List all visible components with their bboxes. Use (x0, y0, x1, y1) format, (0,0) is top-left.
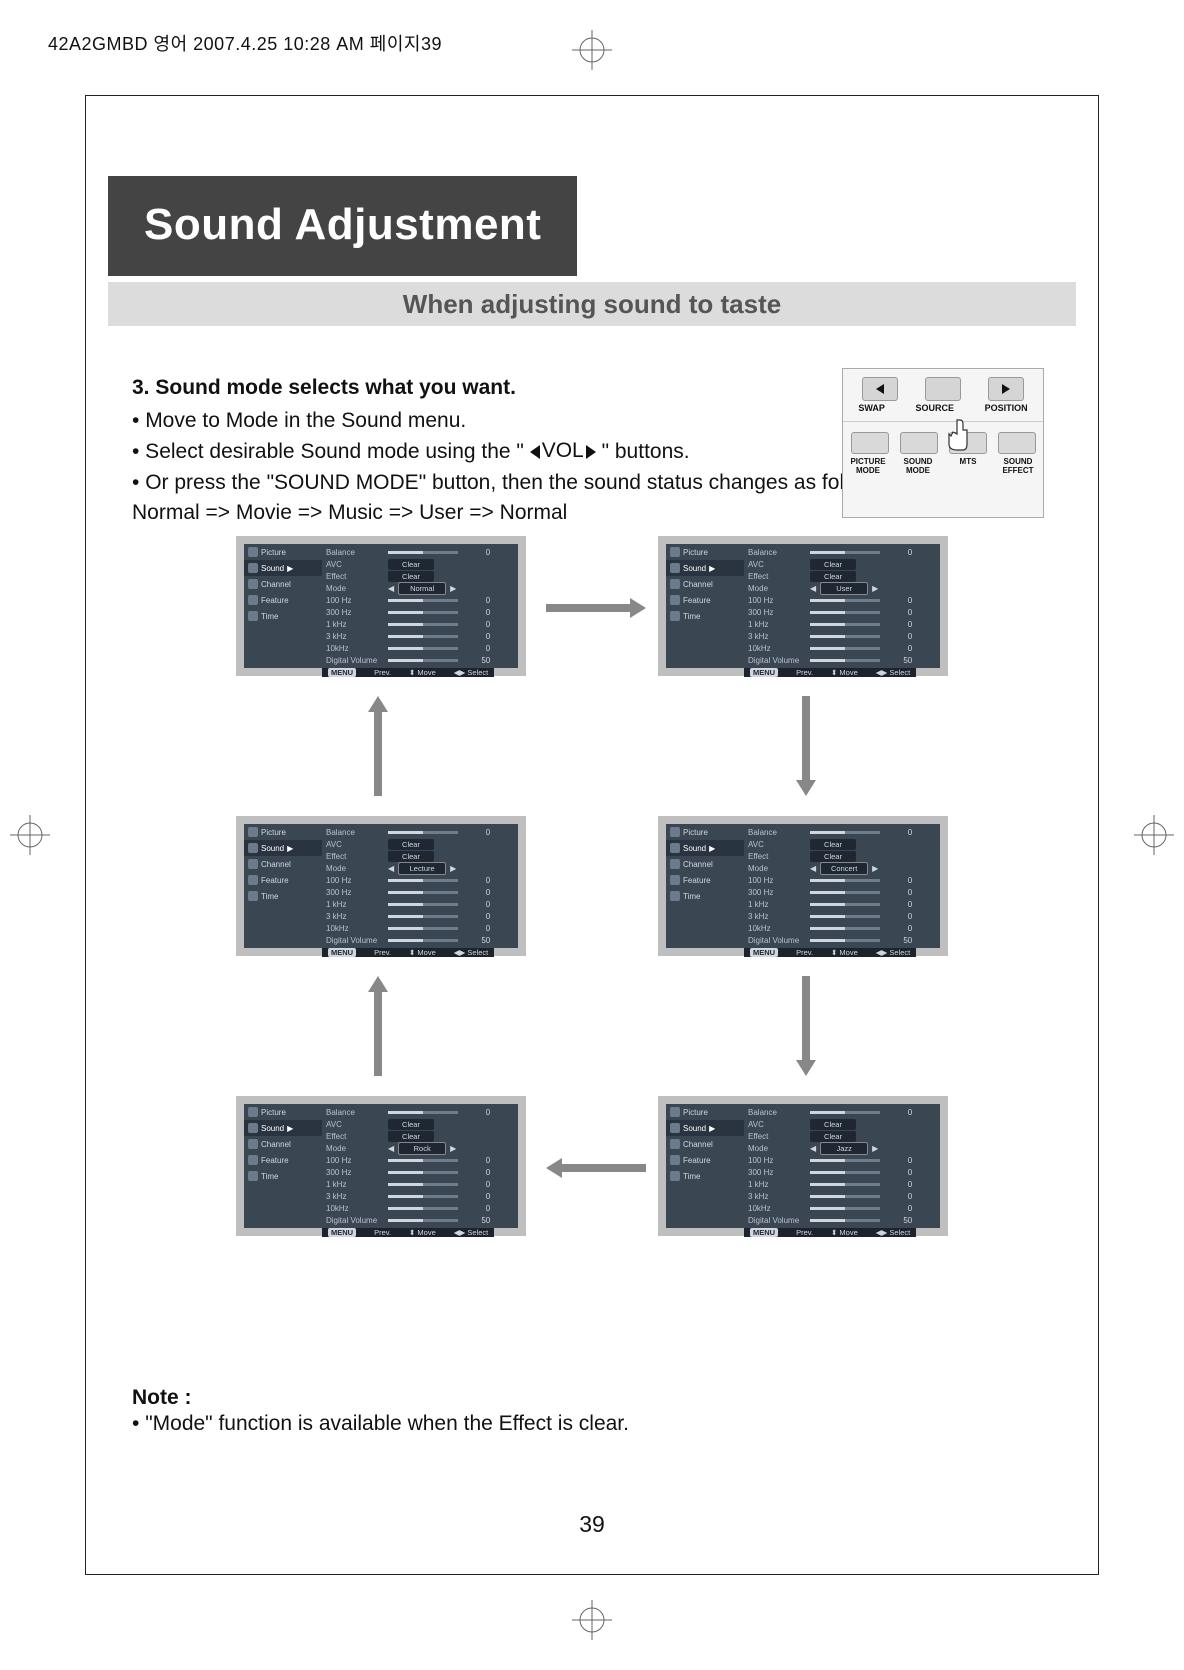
step-number: 3. (132, 376, 150, 399)
osd-concert: PictureSound ▶ChannelFeatureTime Balance… (658, 816, 948, 956)
osd-tab-feature: Feature (244, 1152, 322, 1168)
section-heading-bar: When adjusting sound to taste (108, 282, 1076, 326)
osd-tab-time: Time (666, 608, 744, 624)
osd-tab-sound: Sound ▶ (244, 840, 322, 856)
section-heading: When adjusting sound to taste (403, 289, 781, 320)
arrow-left-1 (546, 1156, 646, 1180)
bullet-3-text: Or press the "SOUND MODE" button, then t… (145, 471, 905, 494)
osd-tab-feature: Feature (244, 872, 322, 888)
remote-position-label: POSITION (985, 403, 1028, 413)
remote-sound-mode-button (900, 432, 938, 454)
osd-tab-feature: Feature (666, 872, 744, 888)
osd-tab-picture: Picture (666, 1104, 744, 1120)
remote-sound-mode-label: SOUND MODE (898, 458, 938, 476)
arrow-right-1 (546, 596, 646, 620)
osd-tab-sound: Sound ▶ (244, 1120, 322, 1136)
osd-tab-time: Time (244, 1168, 322, 1184)
osd-tab-picture: Picture (244, 824, 322, 840)
osd-tab-feature: Feature (244, 592, 322, 608)
remote-control-illustration: SWAP SOURCE POSITION PICTURE MODE SOUND … (842, 368, 1044, 518)
remote-left-arrow-button (862, 377, 898, 401)
bullet-1-text: Move to Mode in the Sound menu. (145, 409, 466, 432)
osd-tab-sound: Sound ▶ (666, 560, 744, 576)
osd-normal: PictureSound ▶ChannelFeatureTime Balance… (236, 536, 526, 676)
osd-tab-channel: Channel (244, 1136, 322, 1152)
osd-tab-channel: Channel (244, 576, 322, 592)
osd-tab-sound: Sound ▶ (244, 560, 322, 576)
remote-mts-button (949, 432, 987, 454)
osd-tab-sound: Sound ▶ (666, 840, 744, 856)
arrow-down-1 (794, 696, 818, 796)
osd-tab-picture: Picture (244, 1104, 322, 1120)
crop-mark-top (572, 30, 612, 70)
osd-tab-time: Time (666, 1168, 744, 1184)
arrow-down-2 (794, 976, 818, 1076)
remote-source-button (925, 377, 961, 401)
arrow-up-2 (366, 696, 390, 796)
osd-jazz: PictureSound ▶ChannelFeatureTime Balance… (658, 1096, 948, 1236)
note-text: • "Mode" function is available when the … (132, 1412, 629, 1436)
osd-tab-picture: Picture (244, 544, 322, 560)
remote-source-label: SOURCE (915, 403, 954, 413)
osd-tab-feature: Feature (666, 592, 744, 608)
vol-buttons-inline: VOL (530, 436, 596, 466)
note-title: Note : (132, 1386, 629, 1410)
remote-sound-effect-label: SOUND EFFECT (998, 458, 1038, 476)
remote-sound-effect-button (998, 432, 1036, 454)
osd-user: PictureSound ▶ChannelFeatureTime Balance… (658, 536, 948, 676)
page-number: 39 (579, 1511, 605, 1538)
crop-mark-bottom (572, 1600, 612, 1640)
crop-mark-right (1134, 815, 1174, 855)
osd-tab-sound: Sound ▶ (666, 1120, 744, 1136)
remote-picture-mode-button (851, 432, 889, 454)
remote-right-arrow-button (988, 377, 1024, 401)
step-title-text: Sound mode selects what you want. (155, 376, 516, 399)
osd-tab-feature: Feature (666, 1152, 744, 1168)
osd-diagram: PictureSound ▶ChannelFeatureTime Balance… (236, 536, 948, 1256)
osd-tab-picture: Picture (666, 824, 744, 840)
print-header: 42A2GMBD 영어 2007.4.25 10:28 AM 페이지39 (48, 30, 442, 56)
crop-mark-left (10, 815, 50, 855)
remote-mts-label: MTS (948, 458, 988, 476)
osd-tab-channel: Channel (244, 856, 322, 872)
osd-lecture: PictureSound ▶ChannelFeatureTime Balance… (236, 816, 526, 956)
osd-tab-time: Time (244, 888, 322, 904)
osd-tab-channel: Channel (666, 1136, 744, 1152)
osd-tab-channel: Channel (666, 856, 744, 872)
note-block: Note : • "Mode" function is available wh… (132, 1386, 629, 1436)
page-frame: Sound Adjustment When adjusting sound to… (85, 95, 1099, 1575)
note-text-span: "Mode" function is available when the Ef… (145, 1412, 629, 1435)
arrow-up-1 (366, 976, 390, 1076)
triangle-right-icon (586, 445, 596, 459)
remote-picture-mode-label: PICTURE MODE (848, 458, 888, 476)
osd-tab-time: Time (244, 608, 322, 624)
triangle-left-icon (530, 445, 540, 459)
remote-swap-label: SWAP (858, 403, 885, 413)
osd-rock: PictureSound ▶ChannelFeatureTime Balance… (236, 1096, 526, 1236)
page-title: Sound Adjustment (108, 176, 577, 276)
osd-tab-time: Time (666, 888, 744, 904)
osd-tab-channel: Channel (666, 576, 744, 592)
osd-tab-picture: Picture (666, 544, 744, 560)
